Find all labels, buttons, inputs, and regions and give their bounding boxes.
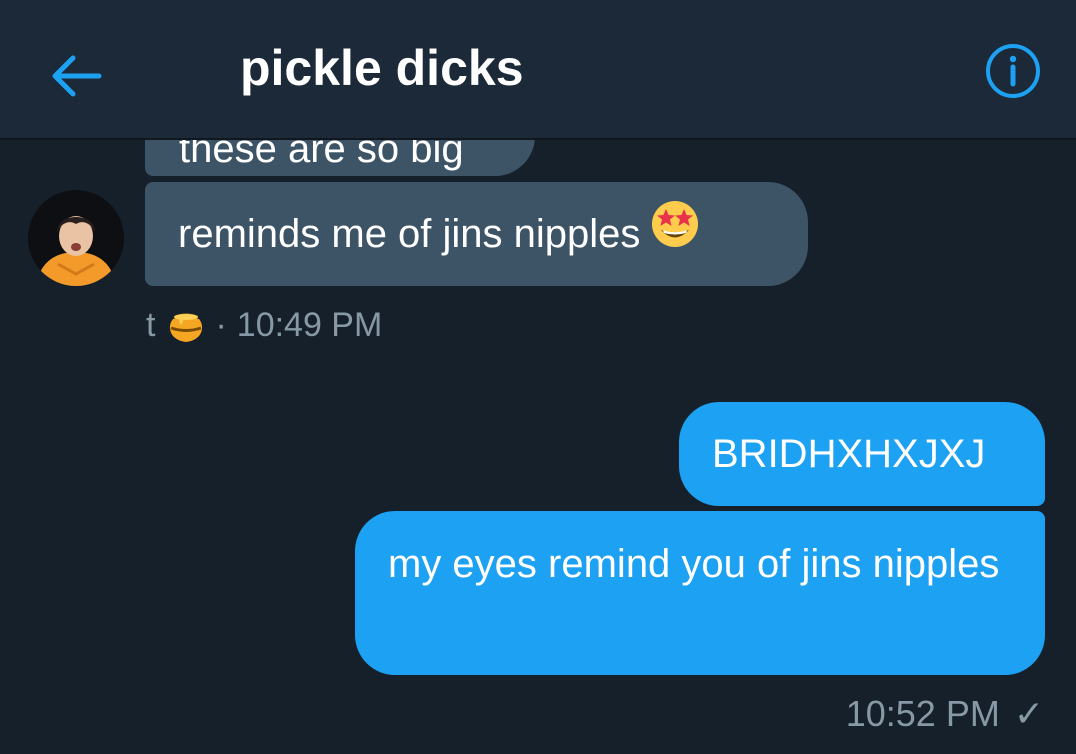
avatar[interactable] [28, 190, 124, 286]
honey-pot-icon [170, 313, 203, 342]
timestamp: 10:49 PM [236, 306, 383, 344]
avatar-image [28, 190, 124, 286]
message-text: these are so big [179, 140, 464, 171]
timestamp: 10:52 PM [845, 693, 1000, 734]
incoming-message[interactable]: reminds me of jins nipples [145, 182, 808, 286]
meta-separator: · [215, 306, 227, 344]
info-button[interactable] [984, 42, 1042, 100]
sender-name: t [146, 306, 156, 344]
incoming-message-meta: t · 10:49 PM [146, 304, 382, 346]
conversation-header: pickle dicks [0, 0, 1076, 140]
message-list[interactable]: these are so big reminds me of jins nipp… [0, 140, 1076, 754]
outgoing-message-meta: 10:52 PM ✓ [846, 694, 1044, 734]
sent-check-icon: ✓ [1013, 693, 1044, 734]
message-text: my eyes remind you of jins nipples [388, 542, 1000, 586]
arrow-left-icon [52, 55, 102, 97]
outgoing-message[interactable]: BRIDHXHXJXJ [679, 402, 1045, 506]
incoming-message-partial[interactable]: these are so big [145, 140, 535, 176]
message-text: BRIDHXHXJXJ [712, 432, 986, 476]
conversation-title: pickle dicks [240, 40, 524, 96]
outgoing-message[interactable]: my eyes remind you of jins nipples [355, 511, 1045, 675]
info-circle-icon [986, 44, 1040, 98]
back-button[interactable] [44, 44, 108, 108]
message-text: reminds me of jins nipples [178, 212, 641, 256]
star-struck-emoji [650, 199, 700, 265]
